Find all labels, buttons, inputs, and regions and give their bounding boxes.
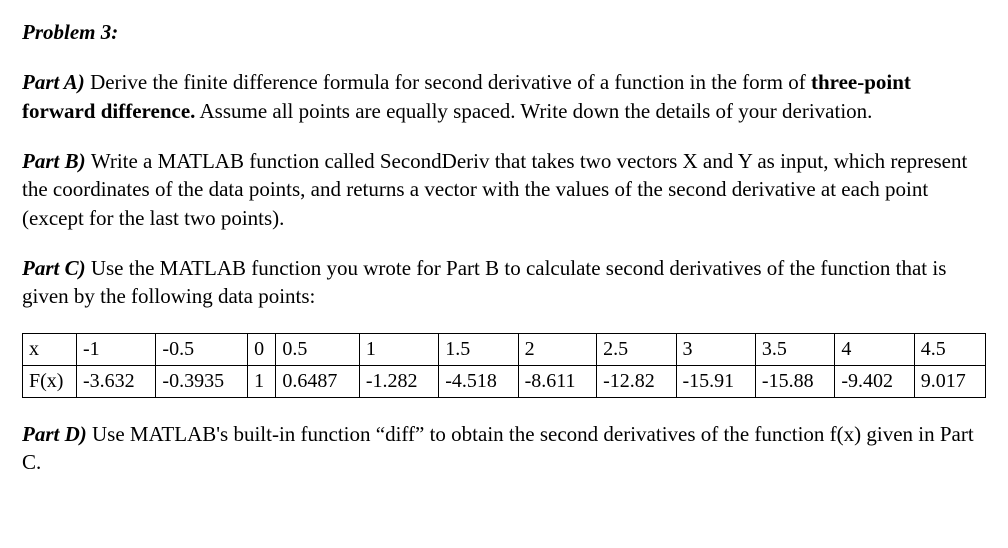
row-label-x: x [23,333,77,365]
part-b: Part B) Write a MATLAB function called S… [22,147,986,232]
fx-cell: -8.611 [518,365,596,397]
problem-title: Problem 3: [22,18,986,46]
fx-cell: 1 [248,365,276,397]
fx-cell: -12.82 [597,365,676,397]
part-c-label: Part C) [22,256,91,280]
fx-cell: -0.3935 [156,365,248,397]
fx-cell: -3.632 [77,365,156,397]
x-cell: -1 [77,333,156,365]
part-a-label: Part A) [22,70,90,94]
x-cell: 0.5 [276,333,359,365]
x-cell: 2 [518,333,596,365]
x-cell: 4 [835,333,914,365]
x-cell: 2.5 [597,333,676,365]
fx-cell: 0.6487 [276,365,359,397]
part-a: Part A) Derive the finite difference for… [22,68,986,125]
x-cell: 1 [359,333,438,365]
data-table: x -1 -0.5 0 0.5 1 1.5 2 2.5 3 3.5 4 4.5 … [22,333,986,398]
part-a-text-before: Derive the finite difference formula for… [90,70,811,94]
part-c: Part C) Use the MATLAB function you wrot… [22,254,986,311]
part-d: Part D) Use MATLAB's built-in function “… [22,420,986,477]
part-a-text-after: Assume all points are equally spaced. Wr… [195,99,872,123]
fx-cell: -15.91 [676,365,755,397]
x-cell: 4.5 [914,333,985,365]
fx-cell: -1.282 [359,365,438,397]
part-d-label: Part D) [22,422,92,446]
x-cell: 3 [676,333,755,365]
x-cell: 3.5 [755,333,834,365]
table-row-fx: F(x) -3.632 -0.3935 1 0.6487 -1.282 -4.5… [23,365,986,397]
part-d-text: Use MATLAB's built-in function “diff” to… [22,422,974,474]
part-c-text: Use the MATLAB function you wrote for Pa… [22,256,946,308]
row-label-fx: F(x) [23,365,77,397]
x-cell: 0 [248,333,276,365]
x-cell: -0.5 [156,333,248,365]
fx-cell: -15.88 [755,365,834,397]
part-b-label: Part B) [22,149,91,173]
fx-cell: 9.017 [914,365,985,397]
x-cell: 1.5 [439,333,518,365]
part-b-text: Write a MATLAB function called SecondDer… [22,149,967,230]
table-row-x: x -1 -0.5 0 0.5 1 1.5 2 2.5 3 3.5 4 4.5 [23,333,986,365]
fx-cell: -4.518 [439,365,518,397]
fx-cell: -9.402 [835,365,914,397]
